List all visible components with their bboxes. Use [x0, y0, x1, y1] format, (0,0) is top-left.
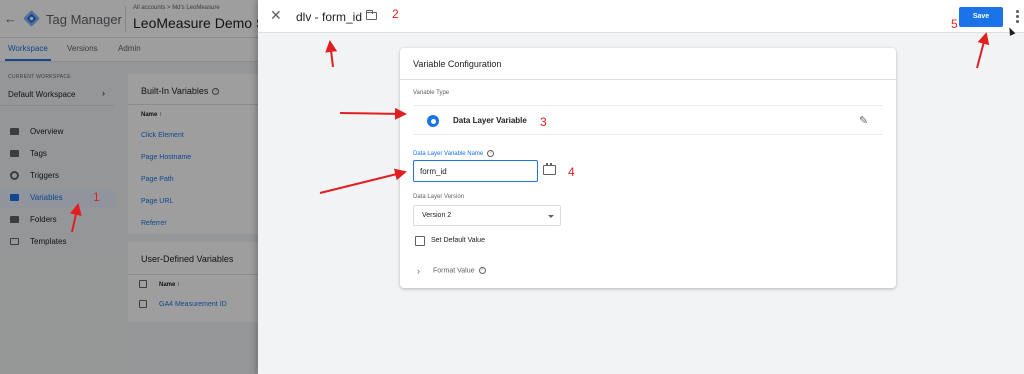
data-layer-variable-icon [427, 115, 439, 127]
set-default-value-checkbox[interactable] [415, 236, 425, 246]
dlv-version-label: Data Layer Version [413, 194, 465, 200]
insert-variable-icon[interactable] [543, 163, 556, 175]
set-default-value-label[interactable]: Set Default Value [431, 237, 485, 244]
format-value-toggle[interactable]: Format Value? [433, 267, 486, 274]
annotation-number-5: 5 [951, 17, 958, 31]
mouse-cursor-icon [1006, 26, 1016, 36]
variable-editor-panel: ✕ dlv - form_id Save Variable Configurat… [258, 0, 1024, 374]
panel-header: ✕ dlv - form_id Save [258, 0, 1024, 36]
annotation-number-1: 1 [93, 190, 100, 204]
variable-configuration-title: Variable Configuration [413, 59, 502, 69]
modal-scrim[interactable] [0, 0, 258, 374]
variable-type-label: Variable Type [413, 90, 450, 96]
divider [400, 79, 896, 80]
format-value-label: Format Value [433, 267, 475, 275]
data-layer-version-value: Version 2 [422, 212, 452, 219]
help-icon[interactable]: ? [487, 150, 495, 157]
kebab-dot [1016, 10, 1019, 13]
save-button[interactable]: Save [959, 7, 1003, 27]
dlv-name-label-text: Data Layer Variable Name [413, 151, 484, 158]
data-layer-version-select[interactable]: Version 2 [413, 205, 561, 226]
close-icon[interactable]: ✕ [270, 8, 282, 22]
folder-icon[interactable] [365, 9, 377, 20]
kebab-dot [1016, 15, 1019, 18]
kebab-dot [1016, 20, 1019, 23]
data-layer-variable-name-input[interactable] [413, 160, 538, 182]
variable-type-selector[interactable]: Data Layer Variable ✎ [413, 105, 883, 135]
annotation-number-3: 3 [540, 115, 547, 129]
dlv-name-label: Data Layer Variable Name? [413, 150, 495, 158]
help-icon[interactable]: ? [478, 267, 486, 274]
more-options-icon[interactable] [1016, 10, 1019, 24]
dropdown-arrow-icon [548, 215, 554, 218]
variable-configuration-card: Variable Configuration Variable Type Dat… [400, 48, 896, 288]
annotation-number-4: 4 [568, 165, 575, 179]
variable-type-name: Data Layer Variable [453, 116, 527, 125]
annotation-number-2: 2 [392, 7, 399, 21]
edit-pencil-icon[interactable]: ✎ [859, 114, 868, 127]
chevron-right-icon[interactable]: › [417, 266, 420, 276]
variable-name-title[interactable]: dlv - form_id [296, 10, 362, 24]
